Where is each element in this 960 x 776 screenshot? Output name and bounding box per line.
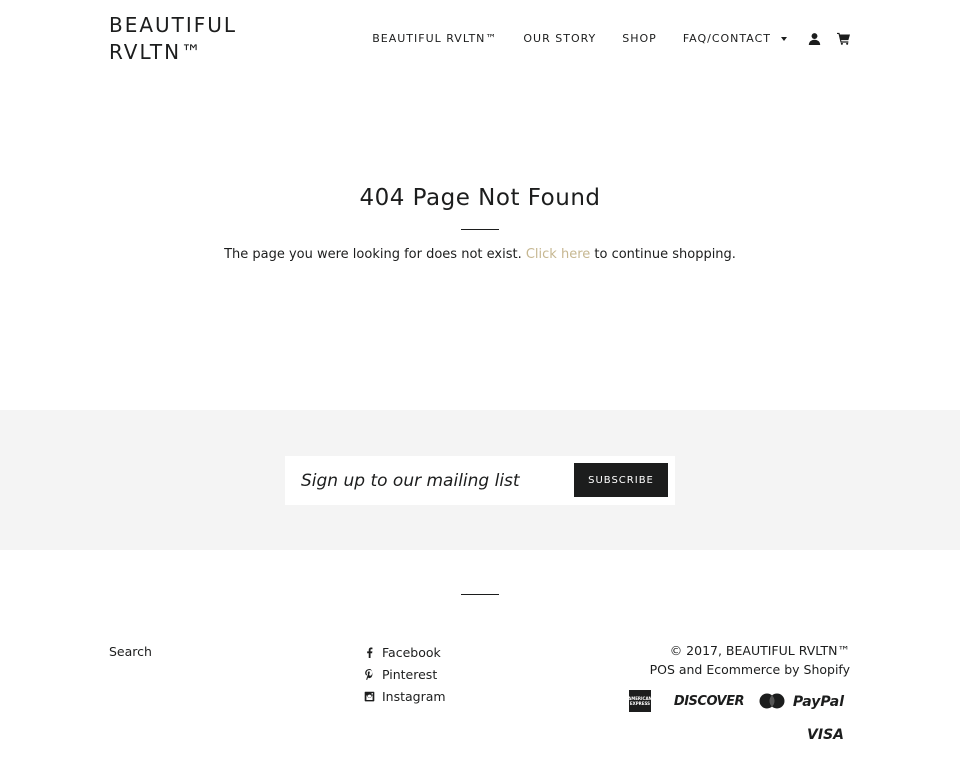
social-item-facebook: Facebook [363,641,446,663]
paypal-icon: PayPal [792,694,844,710]
caret-down-icon [781,36,787,41]
social-item-instagram: Instagram [363,685,446,707]
nav-item-shop[interactable]: SHOP [622,32,657,45]
american-express-icon: AMERICAN EXPRESS [628,690,652,712]
user-icon [808,32,820,45]
cart-button[interactable] [836,31,850,45]
message-text-before: The page you were looking for does not e… [224,247,526,262]
nav-item-faq-contact[interactable]: FAQ/CONTACT [683,32,787,45]
nav-item-faq-contact-label: FAQ/CONTACT [682,31,771,45]
facebook-icon [363,646,375,658]
subscribe-button[interactable]: SUBSCRIBE [574,463,668,497]
not-found-section: 404 Page Not Found The page you were loo… [0,180,960,264]
visa-icon: VISA [807,727,844,743]
footer-links: Search [109,641,152,660]
instagram-link[interactable]: Instagram [382,689,446,704]
discover-icon: DISCOVER [673,694,745,709]
nav-item-our-story[interactable]: OUR STORY [523,32,596,45]
footer-divider [461,594,499,595]
message-text-after: to continue shopping. [590,247,736,262]
pinterest-icon [363,668,375,680]
title-divider [461,229,499,230]
copyright-text: © 2017, BEAUTIFUL RVLTN™ [669,643,850,658]
social-item-pinterest: Pinterest [363,663,446,685]
social-links: Facebook Pinterest Instagram [363,641,446,707]
newsletter-form: SUBSCRIBE [285,456,675,505]
site-header: BEAUTIFUL RVLTN™ BEAUTIFUL RVLTN™ OUR ST… [0,0,960,80]
facebook-link[interactable]: Facebook [382,645,441,660]
footer-search-link[interactable]: Search [109,644,152,659]
page-title: 404 Page Not Found [359,185,601,211]
not-found-message: The page you were looking for does not e… [0,246,960,264]
shopify-pos-link[interactable]: POS and Ecommerce by Shopify [650,662,850,677]
main-nav: BEAUTIFUL RVLTN™ OUR STORY SHOP FAQ/CONT… [372,30,850,46]
mastercard-icon [759,693,785,709]
site-logo[interactable]: BEAUTIFUL RVLTN™ [109,12,279,66]
instagram-icon [363,690,375,702]
newsletter-email-input[interactable] [285,456,570,505]
pinterest-link[interactable]: Pinterest [382,667,437,682]
cart-icon [836,32,850,45]
account-button[interactable] [807,31,821,45]
newsletter-section: SUBSCRIBE [0,410,960,550]
footer-legal: © 2017, BEAUTIFUL RVLTN™ POS and Ecommer… [650,641,850,679]
nav-item-beautiful-rvltn[interactable]: BEAUTIFUL RVLTN™ [372,32,497,45]
continue-shopping-link[interactable]: Click here [526,247,590,262]
